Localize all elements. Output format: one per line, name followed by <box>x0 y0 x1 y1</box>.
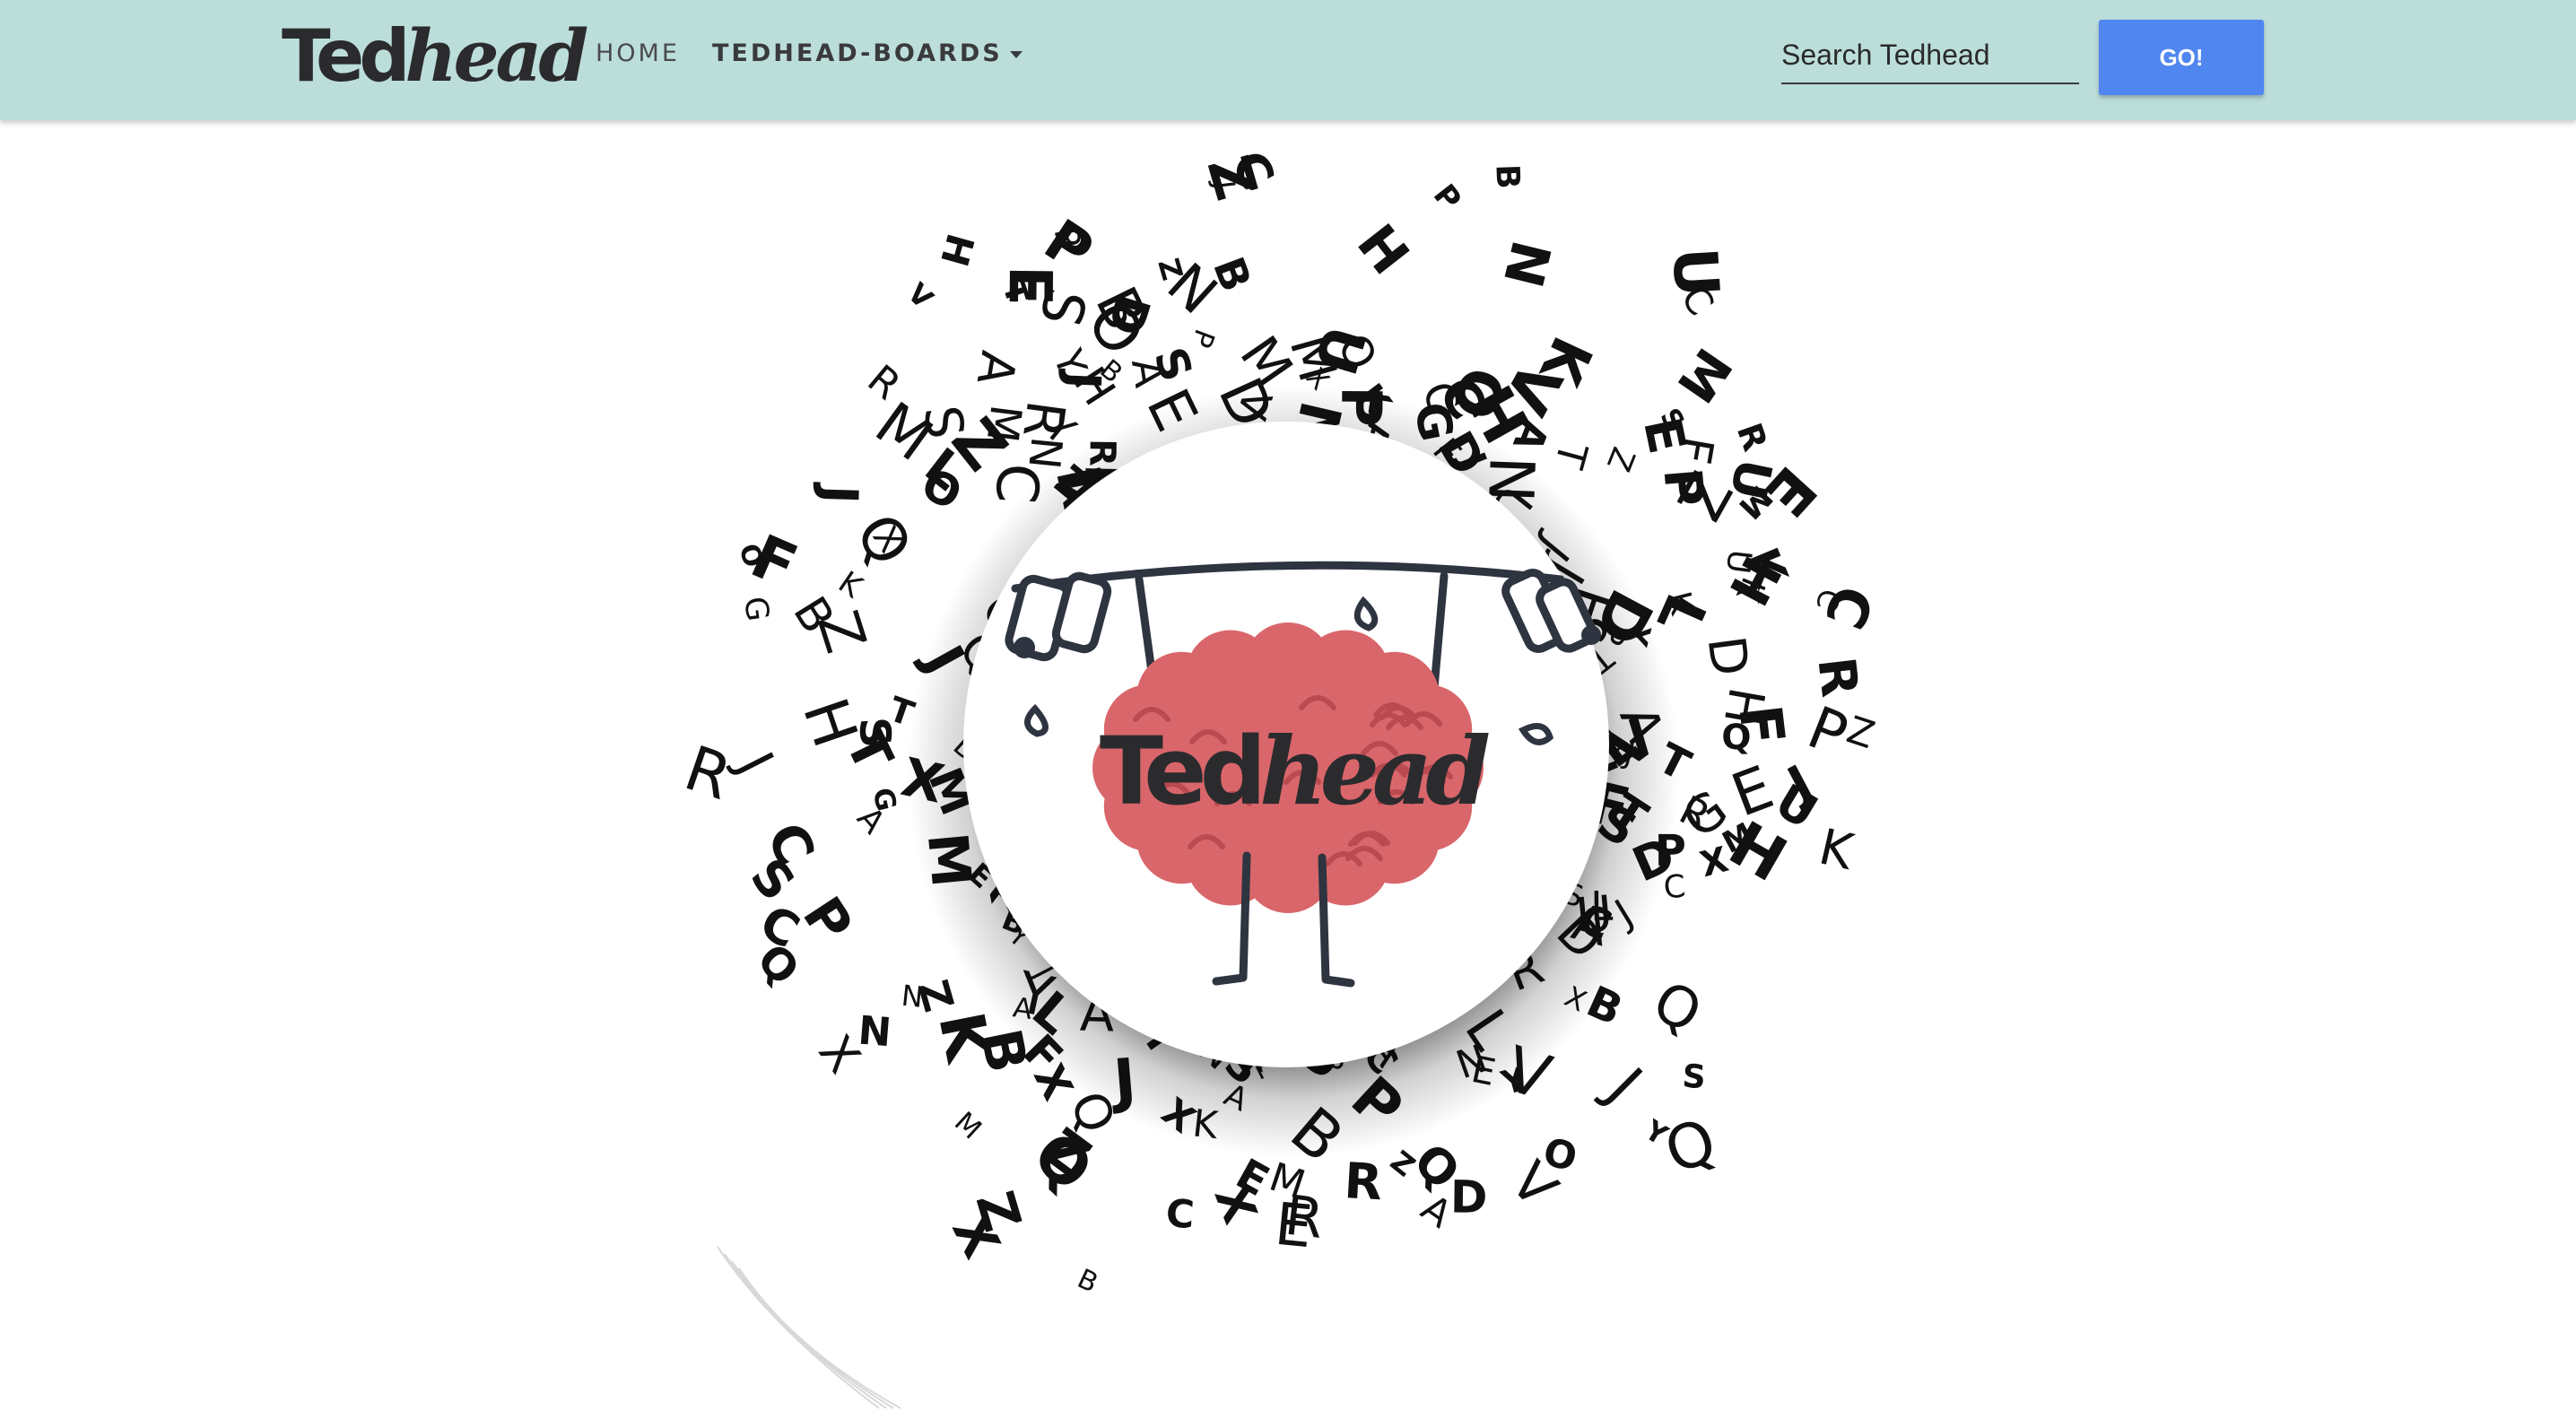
go-button[interactable]: GO! <box>2099 20 2264 95</box>
nav-boards-label: TEDHEAD-BOARDS <box>712 39 1003 67</box>
scattered-letter: H <box>932 229 983 271</box>
hero-svg: ZJBZMDYXJTLEQSHMPBZEXQEJVDZPJUEXMFEKJMAQ… <box>676 143 1885 1409</box>
scattered-letter: R <box>1729 418 1775 456</box>
scattered-letter: Z <box>1599 442 1641 476</box>
scattered-letter: N <box>857 1007 893 1056</box>
nav-boards-dropdown[interactable]: TEDHEAD-BOARDS <box>712 36 1023 72</box>
scattered-letter: P <box>790 886 865 953</box>
scattered-letter: C <box>1164 1191 1196 1238</box>
scattered-letter: S <box>849 716 900 749</box>
scattered-letter: B <box>1488 163 1526 189</box>
scattered-letter: E <box>996 266 1065 307</box>
brand-light-text: head <box>405 13 588 98</box>
hero-illustration: ZJBZMDYXJTLEQSHMPBZEXQEJVDZPJUEXMFEKJMAQ… <box>664 135 1919 1419</box>
scattered-letter: R <box>1343 1152 1384 1211</box>
tedhead-logo[interactable]: Tedhead <box>282 13 588 99</box>
scattered-letter: P <box>1426 178 1468 217</box>
scattered-letter: C <box>1812 577 1885 637</box>
scattered-letter: R <box>1806 654 1869 700</box>
scattered-letter: D <box>1450 1171 1488 1223</box>
scattered-letter: S <box>1681 1058 1707 1097</box>
scattered-letter: F <box>742 521 807 602</box>
nav-home-link[interactable]: HOME <box>596 36 680 72</box>
swoosh-line <box>738 1267 901 1409</box>
brand-bold-text: Ted <box>282 14 410 98</box>
scattered-letter: O <box>1539 1129 1581 1180</box>
scattered-letter: Q <box>1642 968 1712 1047</box>
scattered-letter: J <box>1591 1052 1655 1116</box>
top-navbar: Tedhead HOME TEDHEAD-BOARDS GO! <box>0 0 2576 120</box>
hero-wordmark: Tedhead <box>1100 716 1489 826</box>
scattered-letter: R <box>1282 1183 1327 1251</box>
scattered-letter: T <box>1545 437 1597 473</box>
scattered-letter: P <box>1651 466 1715 509</box>
scattered-letter: Q <box>1656 1105 1726 1188</box>
scattered-letter: M <box>948 1106 988 1146</box>
caret-down-icon <box>1009 50 1023 58</box>
scattered-letter: G <box>736 595 775 623</box>
search-input[interactable] <box>1781 27 2079 84</box>
scattered-letter: A <box>966 347 1027 389</box>
scattered-letter: J <box>811 481 869 504</box>
hero-light-text: head <box>1259 716 1489 826</box>
brand-wordmark: Tedhead <box>282 13 588 100</box>
swoosh-line <box>731 1260 894 1409</box>
scattered-letter: H <box>1345 213 1422 285</box>
scattered-letter: N <box>1491 234 1562 292</box>
scattered-letter: M <box>1665 337 1743 413</box>
scattered-letter: K <box>1815 817 1860 881</box>
hero-bold-text: Ted <box>1100 717 1259 826</box>
scattered-letter: V <box>901 277 939 316</box>
scattered-letter: B <box>1073 1263 1102 1299</box>
